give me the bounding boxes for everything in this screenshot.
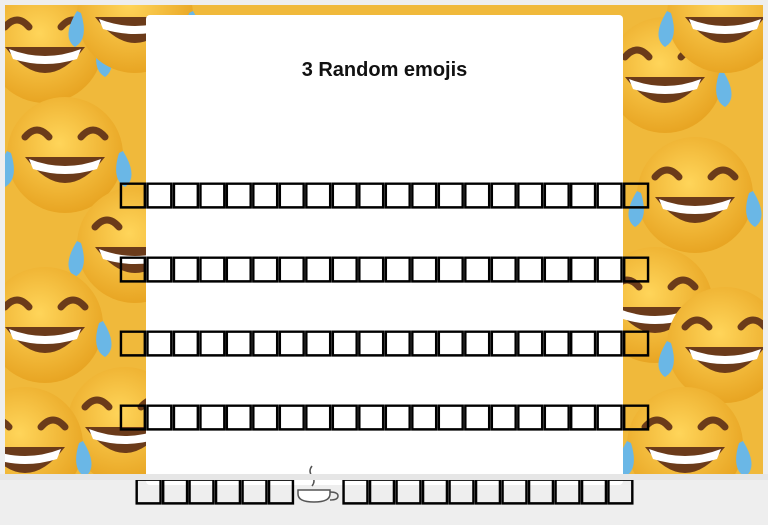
emoji-row: □□□□□□□□□□□□□□□□□□□□ [120, 377, 650, 451]
emoji-row-text-right: □□□□□□□□□□□ [342, 462, 634, 514]
emoji-row: □□□□□□□□□□□□□□□□□□□□ [120, 155, 650, 229]
emoji-grid: □□□□□□□□□□□□□□□□□□□□ □□□□□□□□□□□□□□□□□□□… [120, 155, 650, 525]
hot-beverage-icon [294, 464, 342, 513]
emoji-row: □□□□□□ □□□□□□□□□□□ [135, 451, 633, 525]
emoji-card: 3 Random emojis □□□□□□□□□□□□□□□□□□□□ □□□… [120, 15, 649, 514]
emoji-row-text: □□□□□□□□□□□□□□□□□□□□ [119, 240, 650, 292]
emoji-row-text: □□□□□□□□□□□□□□□□□□□□ [119, 388, 650, 440]
emoji-row: □□□□□□□□□□□□□□□□□□□□ [120, 229, 650, 303]
page-title: 3 Random emojis [301, 59, 468, 81]
emoji-row-text-left: □□□□□□ [135, 462, 295, 514]
emoji-row-text: □□□□□□□□□□□□□□□□□□□□ [119, 314, 650, 366]
bottom-bar [0, 474, 768, 480]
emoji-row-text: □□□□□□□□□□□□□□□□□□□□ [119, 166, 650, 218]
emoji-row: □□□□□□□□□□□□□□□□□□□□ [120, 303, 650, 377]
